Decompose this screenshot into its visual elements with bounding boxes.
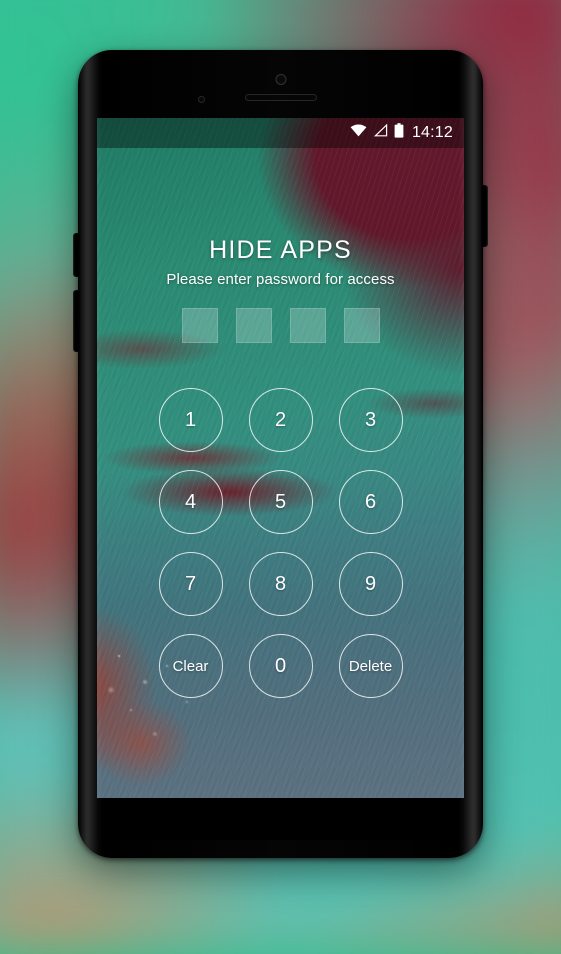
power-key[interactable]	[481, 185, 488, 247]
volume-up-key[interactable]	[73, 233, 80, 277]
key-1[interactable]: 1	[158, 388, 223, 452]
key-2[interactable]: 2	[248, 388, 313, 452]
key-clear[interactable]: Clear	[158, 634, 223, 698]
numeric-keypad: 1 2 3 4 5 6 7 8 9 Clear 0 Delete	[146, 379, 416, 707]
key-5[interactable]: 5	[248, 470, 313, 534]
page-title: HIDE APPS	[209, 236, 352, 264]
earpiece-speaker	[244, 94, 317, 101]
phone-device: 14:12 HIDE APPS Please enter password fo…	[73, 50, 488, 858]
key-0[interactable]: 0	[248, 634, 313, 698]
password-slot-4[interactable]	[343, 308, 380, 343]
phone-screen: 14:12 HIDE APPS Please enter password fo…	[97, 118, 464, 798]
bottom-bezel	[97, 798, 464, 840]
lock-subtitle: Please enter password for access	[166, 271, 395, 288]
front-camera-icon	[275, 74, 286, 85]
key-7[interactable]: 7	[158, 552, 223, 616]
key-6[interactable]: 6	[338, 470, 403, 534]
volume-down-key[interactable]	[73, 290, 80, 352]
password-slot-1[interactable]	[181, 308, 218, 343]
password-input[interactable]	[181, 308, 380, 343]
key-delete[interactable]: Delete	[338, 634, 403, 698]
password-slot-2[interactable]	[235, 308, 272, 343]
key-8[interactable]: 8	[248, 552, 313, 616]
key-9[interactable]: 9	[338, 552, 403, 616]
lock-screen: HIDE APPS Please enter password for acce…	[97, 118, 464, 798]
password-slot-3[interactable]	[289, 308, 326, 343]
proximity-sensor	[198, 96, 205, 103]
key-4[interactable]: 4	[158, 470, 223, 534]
key-3[interactable]: 3	[338, 388, 403, 452]
